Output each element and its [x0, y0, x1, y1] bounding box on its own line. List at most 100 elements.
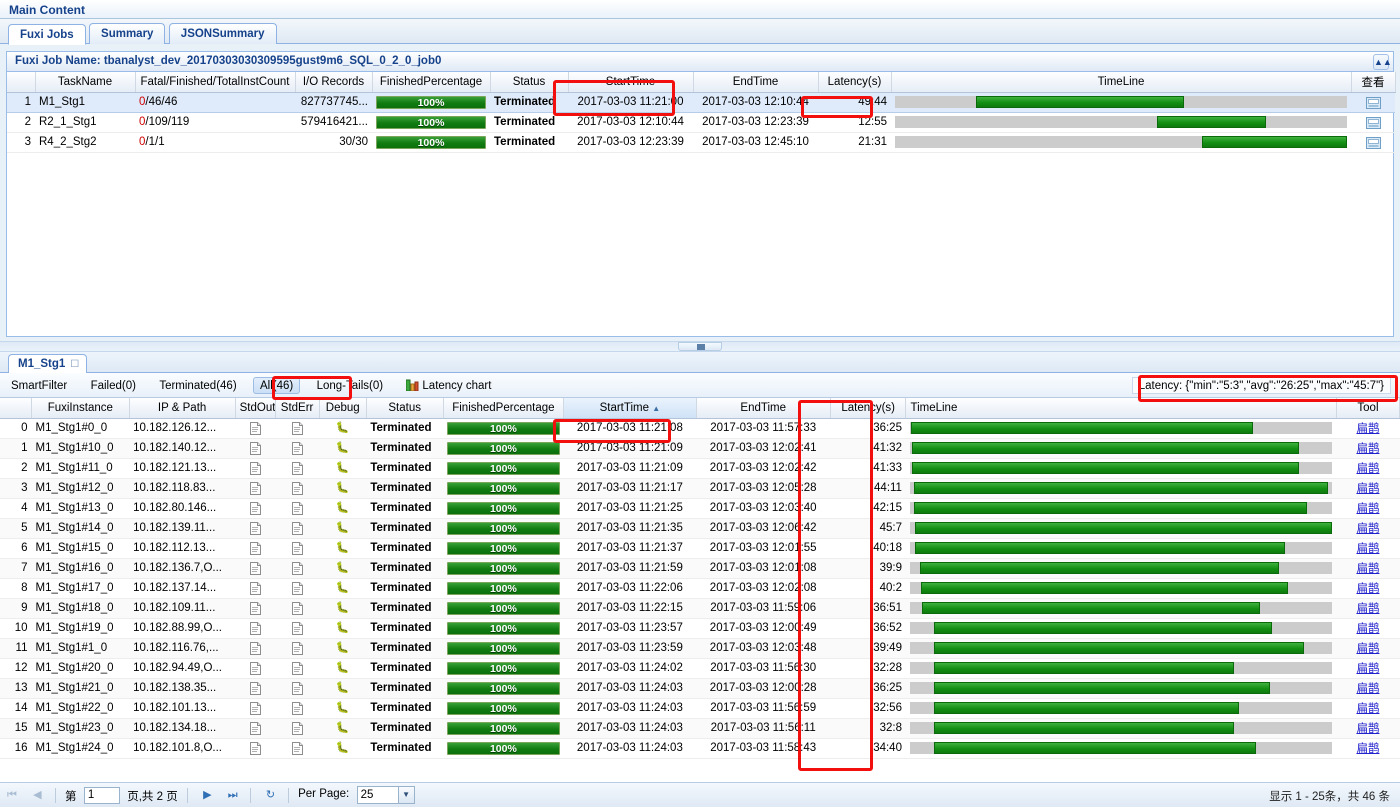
tool-link[interactable]: 扁鹊: [1356, 603, 1379, 615]
table-row[interactable]: 13M1_Stg1#21_010.182.138.35...🐛Terminate…: [0, 678, 1400, 698]
last-page-icon[interactable]: ⏭: [224, 787, 242, 804]
cell-debug[interactable]: 🐛: [319, 418, 366, 438]
cell-debug[interactable]: 🐛: [319, 618, 366, 638]
next-page-icon[interactable]: ▶: [198, 787, 216, 804]
document-icon[interactable]: [250, 742, 261, 755]
table-row[interactable]: 16M1_Stg1#24_010.182.101.8,O...🐛Terminat…: [0, 738, 1400, 758]
cell-tool[interactable]: 扁鹊: [1336, 638, 1399, 658]
col-timeline[interactable]: TimeLine: [906, 398, 1336, 418]
cell-stdout[interactable]: [235, 538, 275, 558]
cell-view[interactable]: [1351, 112, 1395, 132]
cell-debug[interactable]: 🐛: [319, 518, 366, 538]
col-io-records[interactable]: I/O Records: [295, 72, 372, 92]
panel-splitter[interactable]: [0, 341, 1400, 352]
document-icon[interactable]: [250, 522, 261, 535]
tool-link[interactable]: 扁鹊: [1356, 443, 1379, 455]
table-row[interactable]: 9M1_Stg1#18_010.182.109.11...🐛Terminated…: [0, 598, 1400, 618]
document-icon[interactable]: [250, 442, 261, 455]
col-timeline[interactable]: TimeLine: [891, 72, 1351, 92]
bug-icon[interactable]: 🐛: [336, 742, 350, 754]
document-icon[interactable]: [250, 682, 261, 695]
cell-stdout[interactable]: [235, 498, 275, 518]
cell-stdout[interactable]: [235, 678, 275, 698]
cell-stdout[interactable]: [235, 618, 275, 638]
cell-stderr[interactable]: [275, 518, 319, 538]
tool-link[interactable]: 扁鹊: [1356, 743, 1379, 755]
smartfilter-button[interactable]: SmartFilter: [4, 377, 74, 394]
col-fatal-finished-total[interactable]: Fatal/Finished/TotalInstCount: [135, 72, 295, 92]
document-icon[interactable]: [250, 482, 261, 495]
document-icon[interactable]: [292, 742, 303, 755]
document-icon[interactable]: [292, 442, 303, 455]
table-row[interactable]: 11M1_Stg1#1_010.182.116.76,...🐛Terminate…: [0, 638, 1400, 658]
folder-icon[interactable]: [1366, 116, 1381, 129]
table-row[interactable]: 3R4_2_Stg20/1/130/30100%Terminated2017-0…: [7, 132, 1395, 152]
document-icon[interactable]: [292, 462, 303, 475]
document-icon[interactable]: [250, 562, 261, 575]
terminated-filter-button[interactable]: Terminated(46): [152, 377, 243, 394]
cell-tool[interactable]: 扁鹊: [1336, 458, 1399, 478]
document-icon[interactable]: [250, 662, 261, 675]
table-row[interactable]: 1M1_Stg10/46/46827737745...100%Terminate…: [7, 92, 1395, 112]
cell-debug[interactable]: 🐛: [319, 658, 366, 678]
cell-debug[interactable]: 🐛: [319, 718, 366, 738]
cell-stdout[interactable]: [235, 518, 275, 538]
col-starttime[interactable]: StartTime ▲: [564, 398, 696, 418]
tool-link[interactable]: 扁鹊: [1356, 643, 1379, 655]
cell-debug[interactable]: 🐛: [319, 538, 366, 558]
table-row[interactable]: 12M1_Stg1#20_010.182.94.49,O...🐛Terminat…: [0, 658, 1400, 678]
cell-stderr[interactable]: [275, 558, 319, 578]
cell-debug[interactable]: 🐛: [319, 598, 366, 618]
cell-stderr[interactable]: [275, 718, 319, 738]
cell-stderr[interactable]: [275, 478, 319, 498]
cell-stderr[interactable]: [275, 438, 319, 458]
cell-tool[interactable]: 扁鹊: [1336, 618, 1399, 638]
latency-chart-button[interactable]: Latency chart: [399, 377, 498, 394]
cell-stdout[interactable]: [235, 578, 275, 598]
cell-tool[interactable]: 扁鹊: [1336, 478, 1399, 498]
document-icon[interactable]: [250, 502, 261, 515]
bug-icon[interactable]: 🐛: [336, 502, 350, 514]
document-icon[interactable]: [250, 582, 261, 595]
cell-stdout[interactable]: [235, 638, 275, 658]
tool-link[interactable]: 扁鹊: [1356, 543, 1379, 555]
col-finished-percentage[interactable]: FinishedPercentage: [372, 72, 490, 92]
document-icon[interactable]: [250, 702, 261, 715]
bug-icon[interactable]: 🐛: [336, 642, 350, 654]
table-row[interactable]: 5M1_Stg1#14_010.182.139.11...🐛Terminated…: [0, 518, 1400, 538]
table-row[interactable]: 14M1_Stg1#22_010.182.101.13...🐛Terminate…: [0, 698, 1400, 718]
cell-stdout[interactable]: [235, 738, 275, 758]
cell-stdout[interactable]: [235, 438, 275, 458]
cell-tool[interactable]: 扁鹊: [1336, 738, 1399, 758]
document-icon[interactable]: [292, 542, 303, 555]
bug-icon[interactable]: 🐛: [336, 442, 350, 454]
cell-debug[interactable]: 🐛: [319, 458, 366, 478]
document-icon[interactable]: [292, 482, 303, 495]
table-row[interactable]: 1M1_Stg1#10_010.182.140.12...🐛Terminated…: [0, 438, 1400, 458]
document-icon[interactable]: [292, 422, 303, 435]
col-endtime[interactable]: EndTime: [693, 72, 818, 92]
tool-link[interactable]: 扁鹊: [1356, 563, 1379, 575]
document-icon[interactable]: [292, 662, 303, 675]
document-icon[interactable]: [292, 702, 303, 715]
cell-stdout[interactable]: [235, 658, 275, 678]
tool-link[interactable]: 扁鹊: [1356, 503, 1379, 515]
all-filter-button[interactable]: All(46): [253, 377, 300, 394]
bug-icon[interactable]: 🐛: [336, 722, 350, 734]
col-latency[interactable]: Latency(s): [830, 398, 906, 418]
document-icon[interactable]: [292, 502, 303, 515]
col-status[interactable]: Status: [366, 398, 443, 418]
cell-stderr[interactable]: [275, 538, 319, 558]
cell-stderr[interactable]: [275, 578, 319, 598]
cell-debug[interactable]: 🐛: [319, 558, 366, 578]
cell-tool[interactable]: 扁鹊: [1336, 538, 1399, 558]
bug-icon[interactable]: 🐛: [336, 482, 350, 494]
col-starttime[interactable]: StartTime: [568, 72, 693, 92]
cell-stdout[interactable]: [235, 718, 275, 738]
document-icon[interactable]: [250, 622, 261, 635]
document-icon[interactable]: [250, 422, 261, 435]
cell-stdout[interactable]: [235, 558, 275, 578]
chevron-down-icon[interactable]: ▼: [398, 787, 414, 803]
cell-stderr[interactable]: [275, 698, 319, 718]
tab-fuxi-jobs[interactable]: Fuxi Jobs: [8, 24, 86, 45]
